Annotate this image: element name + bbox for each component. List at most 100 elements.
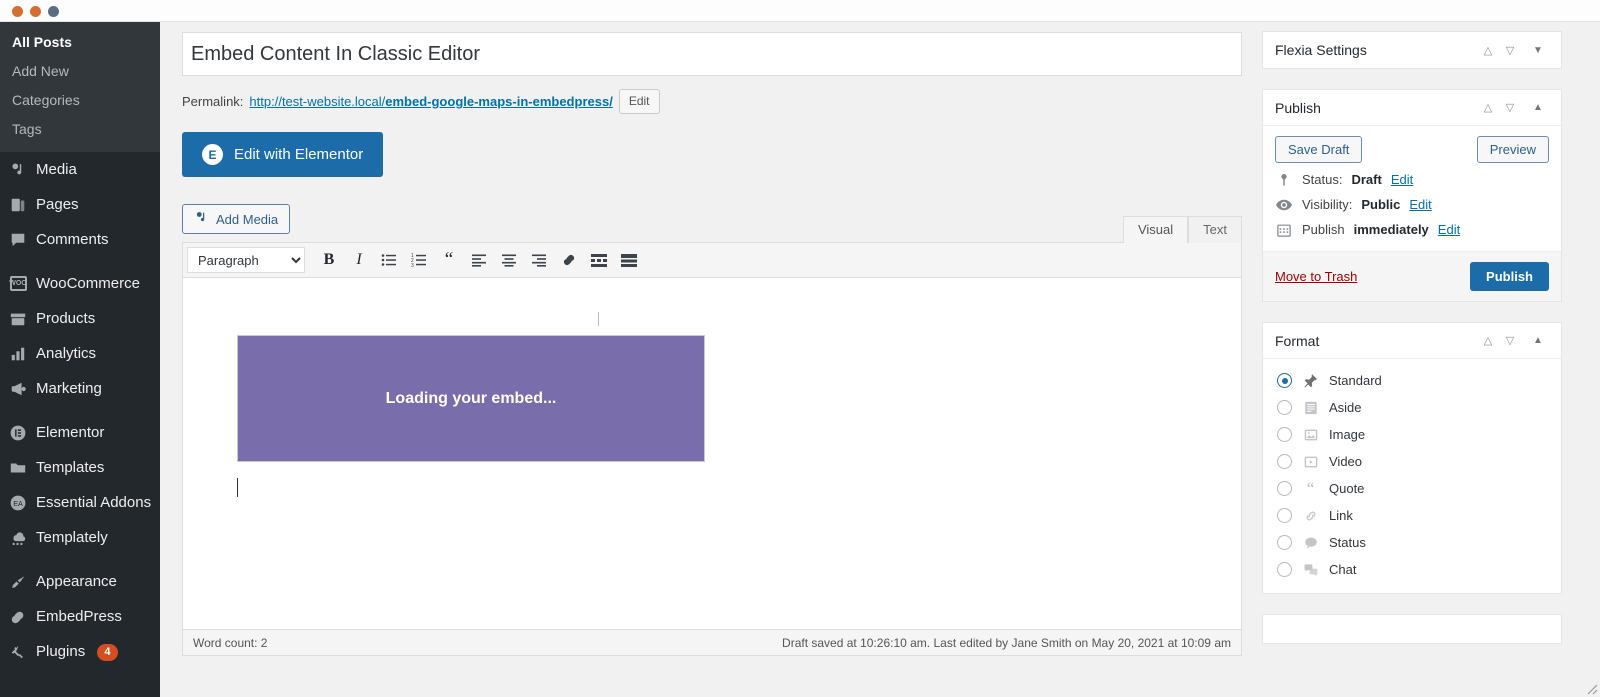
- maximize-window-button[interactable]: [48, 6, 59, 17]
- format-label: Link: [1329, 508, 1353, 523]
- visibility-value: Public: [1361, 197, 1400, 212]
- read-more-icon[interactable]: [585, 247, 613, 273]
- resize-grip-icon[interactable]: [1584, 681, 1598, 695]
- status-icon: [1302, 534, 1319, 551]
- sidebar-item-tags[interactable]: Tags: [0, 115, 160, 144]
- sidebar-item-label: EmbedPress: [36, 608, 122, 625]
- chevron-up-icon[interactable]: ▲: [1527, 97, 1549, 119]
- format-option-standard[interactable]: Standard: [1263, 367, 1561, 394]
- sidebar-item-appearance[interactable]: Appearance: [0, 564, 160, 599]
- sidebar-item-templately[interactable]: Templately: [0, 520, 160, 555]
- sidebar-item-label: Essential Addons: [36, 494, 151, 511]
- next-panel-partial: [1262, 614, 1562, 644]
- numbered-list-icon[interactable]: 123: [405, 247, 433, 273]
- bold-icon[interactable]: B: [315, 247, 343, 273]
- permalink-edit-button[interactable]: Edit: [619, 89, 660, 114]
- editor-content-area[interactable]: Loading your embed...: [182, 278, 1242, 630]
- move-down-icon[interactable]: ▽: [1499, 330, 1521, 352]
- post-status-row: Status: Draft Edit: [1263, 167, 1561, 192]
- sidebar-item-label: Categories: [12, 92, 80, 108]
- format-option-chat[interactable]: Chat: [1263, 556, 1561, 583]
- permalink-label: Permalink:: [182, 94, 243, 109]
- sidebar-item-products[interactable]: Products: [0, 301, 160, 336]
- italic-icon[interactable]: I: [345, 247, 373, 273]
- tab-text[interactable]: Text: [1188, 216, 1242, 243]
- publish-footer: Move to Trash Publish: [1263, 251, 1561, 301]
- sidebar-item-marketing[interactable]: Marketing: [0, 371, 160, 406]
- align-center-icon[interactable]: [495, 247, 523, 273]
- save-draft-button[interactable]: Save Draft: [1275, 136, 1362, 163]
- word-count: Word count: 2: [193, 636, 267, 650]
- sidebar-item-media[interactable]: Media: [0, 152, 160, 187]
- publish-time-edit-link[interactable]: Edit: [1438, 222, 1460, 237]
- sidebar-item-all-posts[interactable]: All Posts: [0, 28, 160, 57]
- blockquote-icon[interactable]: “: [435, 247, 463, 273]
- sidebar-item-embedpress[interactable]: EmbedPress: [0, 599, 160, 634]
- align-left-icon[interactable]: [465, 247, 493, 273]
- move-up-icon[interactable]: △: [1477, 330, 1499, 352]
- format-radio[interactable]: [1277, 508, 1292, 523]
- align-right-icon[interactable]: [525, 247, 553, 273]
- toolbar-toggle-icon[interactable]: [615, 247, 643, 273]
- sidebar-item-elementor[interactable]: Elementor: [0, 415, 160, 450]
- sidebar-item-label: Plugins: [36, 643, 85, 660]
- pin-icon: [1302, 372, 1319, 389]
- sidebar-item-label: Products: [36, 310, 95, 327]
- chevron-up-icon[interactable]: ▲: [1527, 330, 1549, 352]
- sidebar-item-comments[interactable]: Comments: [0, 222, 160, 257]
- format-radio[interactable]: [1277, 373, 1292, 388]
- editor-toolbar: Paragraph B I 123 “: [182, 242, 1242, 278]
- format-radio[interactable]: [1277, 481, 1292, 496]
- permalink-row: Permalink: http://test-website.local/emb…: [182, 89, 1238, 114]
- format-radio[interactable]: [1277, 400, 1292, 415]
- post-settings-sidebar: Flexia Settings △ ▽ ▼ Publish △ ▽ ▲ Save…: [1262, 22, 1562, 697]
- insert-link-icon[interactable]: [555, 247, 583, 273]
- sidebar-item-label: Media: [36, 161, 77, 178]
- status-edit-link[interactable]: Edit: [1391, 172, 1413, 187]
- format-radio[interactable]: [1277, 562, 1292, 577]
- preview-button[interactable]: Preview: [1477, 136, 1549, 163]
- panel-title: Flexia Settings: [1275, 42, 1477, 58]
- sidebar-item-essential-addons[interactable]: EA Essential Addons: [0, 485, 160, 520]
- sidebar-item-categories[interactable]: Categories: [0, 86, 160, 115]
- format-radio[interactable]: [1277, 535, 1292, 550]
- format-option-video[interactable]: Video: [1263, 448, 1561, 475]
- essential-addons-icon: EA: [8, 493, 28, 513]
- format-radio[interactable]: [1277, 454, 1292, 469]
- format-option-aside[interactable]: Aside: [1263, 394, 1561, 421]
- tab-visual[interactable]: Visual: [1123, 216, 1188, 243]
- sidebar-item-plugins[interactable]: Plugins 4: [0, 634, 160, 669]
- move-to-trash-link[interactable]: Move to Trash: [1275, 269, 1357, 284]
- woocommerce-icon: WOO: [8, 274, 28, 294]
- publish-button[interactable]: Publish: [1470, 262, 1549, 291]
- minimize-window-button[interactable]: [30, 6, 41, 17]
- paragraph-format-select[interactable]: Paragraph: [187, 247, 305, 273]
- format-option-image[interactable]: Image: [1263, 421, 1561, 448]
- format-option-status[interactable]: Status: [1263, 529, 1561, 556]
- aside-icon: [1302, 399, 1319, 416]
- close-window-button[interactable]: [12, 6, 23, 17]
- move-up-icon[interactable]: △: [1477, 97, 1499, 119]
- move-down-icon[interactable]: ▽: [1499, 39, 1521, 61]
- post-visibility-row: Visibility: Public Edit: [1263, 192, 1561, 217]
- format-option-quote[interactable]: “ Quote: [1263, 475, 1561, 502]
- move-down-icon[interactable]: ▽: [1499, 97, 1521, 119]
- edit-with-elementor-button[interactable]: E Edit with Elementor: [182, 132, 383, 177]
- format-option-link[interactable]: Link: [1263, 502, 1561, 529]
- post-title-input[interactable]: [182, 32, 1242, 76]
- sidebar-item-label: Templately: [36, 529, 108, 546]
- bulleted-list-icon[interactable]: [375, 247, 403, 273]
- permalink-link[interactable]: http://test-website.local/embed-google-m…: [249, 94, 612, 109]
- visibility-edit-link[interactable]: Edit: [1409, 197, 1431, 212]
- add-media-button[interactable]: Add Media: [182, 204, 290, 234]
- edit-with-elementor-label: Edit with Elementor: [234, 146, 363, 163]
- sidebar-item-templates[interactable]: Templates: [0, 450, 160, 485]
- mouse-text-cursor: [598, 312, 599, 326]
- chevron-down-icon[interactable]: ▼: [1527, 39, 1549, 61]
- sidebar-item-woocommerce[interactable]: WOO WooCommerce: [0, 266, 160, 301]
- sidebar-item-analytics[interactable]: Analytics: [0, 336, 160, 371]
- sidebar-item-pages[interactable]: Pages: [0, 187, 160, 222]
- move-up-icon[interactable]: △: [1477, 39, 1499, 61]
- format-radio[interactable]: [1277, 427, 1292, 442]
- sidebar-item-add-new[interactable]: Add New: [0, 57, 160, 86]
